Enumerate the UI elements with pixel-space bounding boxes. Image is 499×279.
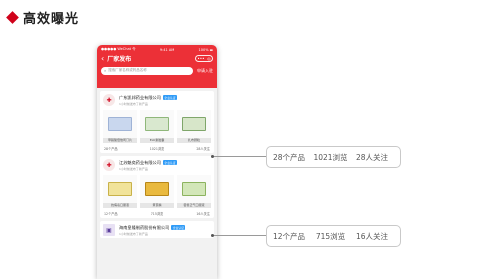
product-item[interactable]: 甲磺酸倍他司汀片 — [103, 110, 137, 143]
company-name[interactable]: 江苏魁奕药业有限公司 — [119, 160, 161, 166]
connector-line — [213, 156, 267, 157]
verified-badge: 企业认证 — [171, 225, 186, 230]
page-title: 厂家发布 — [107, 56, 132, 63]
medicine-box-icon — [108, 182, 132, 196]
product-image — [103, 175, 137, 203]
medicine-box-icon — [145, 117, 169, 131]
verified-badge: 企业认证 — [162, 160, 178, 165]
company-card[interactable]: ✚ 江苏魁奕药业有限公司 企业认证 1小时前发布了新产品 抗病毒口服液 黄芪精 … — [100, 156, 214, 218]
product-item[interactable]: ELK素胶囊 — [140, 110, 174, 143]
product-list: 甲磺酸倍他司汀片 ELK素胶囊 扎布颗粒 — [103, 110, 211, 143]
callout-followers: 28人关注 — [355, 152, 388, 162]
product-name: 藿香正气口服液 — [177, 203, 211, 208]
nav-bar: ‹ 厂家发布 ••• ◎ — [97, 52, 217, 65]
product-name: 黄芪精 — [140, 203, 174, 208]
verified-badge: 企业认证 — [162, 95, 178, 100]
product-name: 扎布颗粒 — [177, 138, 211, 143]
connector-dot — [211, 234, 214, 237]
battery-text: 100% ▬ — [198, 47, 213, 52]
view-count: 715浏览 — [150, 212, 164, 216]
product-count: 28个产品 — [104, 147, 118, 151]
connector-line — [213, 235, 267, 236]
callout-products: 28个产品 — [273, 152, 306, 162]
product-image — [177, 110, 211, 138]
product-list: 抗病毒口服液 黄芪精 藿香正气口服液 — [103, 175, 211, 208]
medicine-box-icon — [108, 117, 132, 131]
product-name: 甲磺酸倍他司汀片 — [103, 138, 137, 143]
search-input[interactable]: ⌕ 搜索厂家名称或药品名称 — [101, 66, 193, 75]
status-bar: ●●●●● WeChat 令 9:41 AM 100% ▬ — [97, 45, 217, 52]
stats-callout: 28个产品 1021浏览 28人关注 — [266, 146, 401, 168]
card-stats: 12个产品 715浏览 16人关注 — [103, 211, 211, 216]
follower-count: 28人关注 — [196, 147, 210, 151]
more-dots-icon[interactable]: ••• — [197, 56, 204, 61]
company-logo: ✚ — [103, 159, 115, 171]
diamond-icon — [6, 11, 19, 24]
company-subtitle: 1小时前发布了新产品 — [119, 231, 148, 236]
company-logo: ✚ — [103, 94, 115, 106]
product-item[interactable]: 藿香正气口服液 — [177, 175, 211, 208]
search-row: ⌕ 搜索厂家名称或药品名称 申请入驻 — [97, 65, 217, 76]
miniprogram-capsule[interactable]: ••• ◎ — [195, 55, 213, 62]
callout-views: 1021浏览 — [313, 152, 348, 162]
product-count: 12个产品 — [104, 212, 118, 216]
company-subtitle: 1小时前发布了新产品 — [119, 166, 148, 171]
company-name[interactable]: 广东凯邦药业有限公司 — [119, 95, 161, 101]
product-item[interactable]: 黄芪精 — [140, 175, 174, 208]
product-image — [103, 110, 137, 138]
search-icon: ⌕ — [104, 68, 107, 73]
company-card[interactable]: ✚ 广东凯邦药业有限公司 企业认证 1小时前发布了新产品 甲磺酸倍他司汀片 EL… — [100, 91, 214, 153]
medicine-box-icon — [145, 182, 169, 196]
medicine-box-icon — [182, 117, 206, 131]
product-name: ELK素胶囊 — [140, 138, 174, 143]
product-name: 抗病毒口服液 — [103, 203, 137, 208]
apply-join-button[interactable]: 申请入驻 — [197, 68, 213, 74]
product-item[interactable]: 抗病毒口服液 — [103, 175, 137, 208]
stats-callout: 12个产品 715浏览 16人关注 — [266, 225, 401, 247]
follower-count: 16人关注 — [196, 212, 210, 216]
callout-followers: 16人关注 — [355, 231, 388, 241]
app-header: ●●●●● WeChat 令 9:41 AM 100% ▬ ‹ 厂家发布 •••… — [97, 45, 217, 88]
company-name[interactable]: 海南皇隆制药股份有限公司 — [119, 225, 169, 231]
product-image — [140, 175, 174, 203]
back-arrow-icon[interactable]: ‹ — [101, 54, 104, 63]
callout-products: 12个产品 — [273, 231, 306, 241]
company-logo: ▣ — [103, 224, 115, 236]
product-item[interactable]: 扎布颗粒 — [177, 110, 211, 143]
product-image — [177, 175, 211, 203]
time-text: 9:41 AM — [159, 47, 175, 52]
slide-title: 高效曝光 — [6, 8, 80, 27]
company-header[interactable]: ▣ 海南皇隆制药股份有限公司 企业认证 1小时前发布了新产品 — [103, 224, 211, 236]
view-count: 1021浏览 — [149, 147, 165, 151]
company-subtitle: 1小时前发布了新产品 — [119, 101, 148, 106]
card-stats: 28个产品 1021浏览 28人关注 — [103, 146, 211, 151]
carrier-text: ●●●●● WeChat 令 — [101, 47, 136, 51]
search-placeholder: 搜索厂家名称或药品名称 — [108, 68, 147, 72]
connector-dot — [211, 155, 214, 158]
slide-title-text: 高效曝光 — [23, 12, 80, 27]
phone-mockup: ●●●●● WeChat 令 9:41 AM 100% ▬ ‹ 厂家发布 •••… — [97, 45, 217, 279]
company-card[interactable]: ▣ 海南皇隆制药股份有限公司 企业认证 1小时前发布了新产品 — [100, 221, 214, 238]
product-image — [140, 110, 174, 138]
medicine-box-icon — [182, 182, 206, 196]
callout-views: 715浏览 — [315, 231, 346, 241]
company-header[interactable]: ✚ 广东凯邦药业有限公司 企业认证 1小时前发布了新产品 — [103, 94, 211, 106]
close-circle-icon[interactable]: ◎ — [207, 56, 211, 61]
company-header[interactable]: ✚ 江苏魁奕药业有限公司 企业认证 1小时前发布了新产品 — [103, 159, 211, 171]
